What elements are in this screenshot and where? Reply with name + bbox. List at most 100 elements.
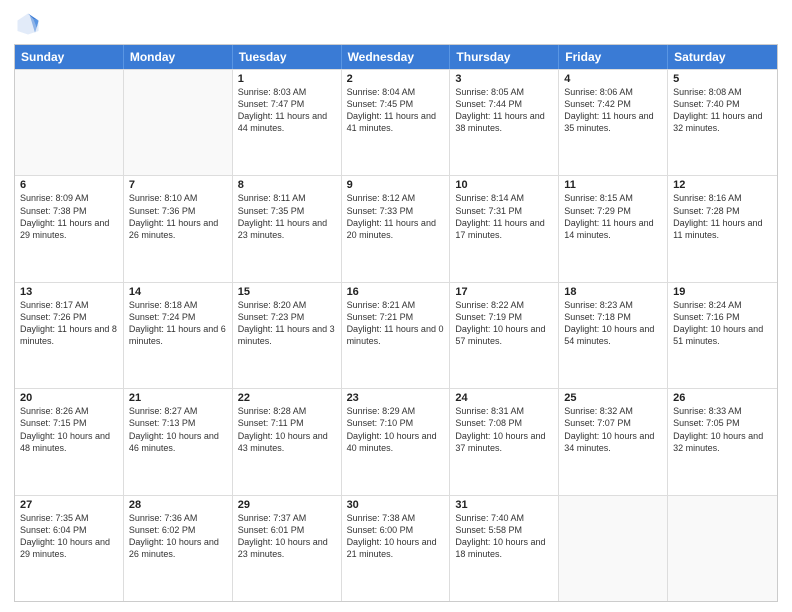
calendar-cell: 12Sunrise: 8:16 AM Sunset: 7:28 PM Dayli… (668, 176, 777, 281)
calendar-cell: 27Sunrise: 7:35 AM Sunset: 6:04 PM Dayli… (15, 496, 124, 601)
calendar-cell: 25Sunrise: 8:32 AM Sunset: 7:07 PM Dayli… (559, 389, 668, 494)
calendar-row: 20Sunrise: 8:26 AM Sunset: 7:15 PM Dayli… (15, 388, 777, 494)
cell-info: Sunrise: 8:24 AM Sunset: 7:16 PM Dayligh… (673, 299, 772, 348)
day-number: 1 (238, 73, 336, 85)
cell-info: Sunrise: 7:37 AM Sunset: 6:01 PM Dayligh… (238, 512, 336, 561)
cell-info: Sunrise: 7:40 AM Sunset: 5:58 PM Dayligh… (455, 512, 553, 561)
cell-info: Sunrise: 8:21 AM Sunset: 7:21 PM Dayligh… (347, 299, 445, 348)
cell-info: Sunrise: 8:27 AM Sunset: 7:13 PM Dayligh… (129, 405, 227, 454)
calendar-cell: 30Sunrise: 7:38 AM Sunset: 6:00 PM Dayli… (342, 496, 451, 601)
calendar-cell: 6Sunrise: 8:09 AM Sunset: 7:38 PM Daylig… (15, 176, 124, 281)
cell-info: Sunrise: 8:11 AM Sunset: 7:35 PM Dayligh… (238, 192, 336, 241)
day-number: 18 (564, 286, 662, 298)
day-number: 19 (673, 286, 772, 298)
calendar-row: 6Sunrise: 8:09 AM Sunset: 7:38 PM Daylig… (15, 175, 777, 281)
day-number: 24 (455, 392, 553, 404)
calendar-cell: 19Sunrise: 8:24 AM Sunset: 7:16 PM Dayli… (668, 283, 777, 388)
cell-info: Sunrise: 8:32 AM Sunset: 7:07 PM Dayligh… (564, 405, 662, 454)
calendar-cell: 14Sunrise: 8:18 AM Sunset: 7:24 PM Dayli… (124, 283, 233, 388)
day-number: 15 (238, 286, 336, 298)
weekday-header: Sunday (15, 45, 124, 69)
cell-info: Sunrise: 8:23 AM Sunset: 7:18 PM Dayligh… (564, 299, 662, 348)
calendar-cell (124, 70, 233, 175)
day-number: 28 (129, 499, 227, 511)
day-number: 23 (347, 392, 445, 404)
calendar-cell: 17Sunrise: 8:22 AM Sunset: 7:19 PM Dayli… (450, 283, 559, 388)
cell-info: Sunrise: 8:03 AM Sunset: 7:47 PM Dayligh… (238, 86, 336, 135)
logo (14, 10, 46, 38)
calendar-cell: 22Sunrise: 8:28 AM Sunset: 7:11 PM Dayli… (233, 389, 342, 494)
calendar-body: 1Sunrise: 8:03 AM Sunset: 7:47 PM Daylig… (15, 69, 777, 601)
calendar-cell: 16Sunrise: 8:21 AM Sunset: 7:21 PM Dayli… (342, 283, 451, 388)
calendar-cell: 5Sunrise: 8:08 AM Sunset: 7:40 PM Daylig… (668, 70, 777, 175)
day-number: 17 (455, 286, 553, 298)
cell-info: Sunrise: 8:06 AM Sunset: 7:42 PM Dayligh… (564, 86, 662, 135)
calendar-cell: 31Sunrise: 7:40 AM Sunset: 5:58 PM Dayli… (450, 496, 559, 601)
calendar-cell: 1Sunrise: 8:03 AM Sunset: 7:47 PM Daylig… (233, 70, 342, 175)
calendar-row: 1Sunrise: 8:03 AM Sunset: 7:47 PM Daylig… (15, 69, 777, 175)
cell-info: Sunrise: 8:31 AM Sunset: 7:08 PM Dayligh… (455, 405, 553, 454)
day-number: 21 (129, 392, 227, 404)
calendar-cell: 2Sunrise: 8:04 AM Sunset: 7:45 PM Daylig… (342, 70, 451, 175)
cell-info: Sunrise: 8:14 AM Sunset: 7:31 PM Dayligh… (455, 192, 553, 241)
cell-info: Sunrise: 8:12 AM Sunset: 7:33 PM Dayligh… (347, 192, 445, 241)
cell-info: Sunrise: 8:10 AM Sunset: 7:36 PM Dayligh… (129, 192, 227, 241)
calendar-header: SundayMondayTuesdayWednesdayThursdayFrid… (15, 45, 777, 69)
calendar-cell: 29Sunrise: 7:37 AM Sunset: 6:01 PM Dayli… (233, 496, 342, 601)
calendar-cell: 23Sunrise: 8:29 AM Sunset: 7:10 PM Dayli… (342, 389, 451, 494)
calendar-cell: 11Sunrise: 8:15 AM Sunset: 7:29 PM Dayli… (559, 176, 668, 281)
cell-info: Sunrise: 8:28 AM Sunset: 7:11 PM Dayligh… (238, 405, 336, 454)
calendar-cell: 7Sunrise: 8:10 AM Sunset: 7:36 PM Daylig… (124, 176, 233, 281)
day-number: 29 (238, 499, 336, 511)
weekday-header: Saturday (668, 45, 777, 69)
calendar-cell: 3Sunrise: 8:05 AM Sunset: 7:44 PM Daylig… (450, 70, 559, 175)
calendar: SundayMondayTuesdayWednesdayThursdayFrid… (14, 44, 778, 602)
day-number: 20 (20, 392, 118, 404)
day-number: 3 (455, 73, 553, 85)
weekday-header: Friday (559, 45, 668, 69)
calendar-cell: 28Sunrise: 7:36 AM Sunset: 6:02 PM Dayli… (124, 496, 233, 601)
day-number: 9 (347, 179, 445, 191)
weekday-header: Thursday (450, 45, 559, 69)
day-number: 25 (564, 392, 662, 404)
cell-info: Sunrise: 8:29 AM Sunset: 7:10 PM Dayligh… (347, 405, 445, 454)
calendar-cell: 4Sunrise: 8:06 AM Sunset: 7:42 PM Daylig… (559, 70, 668, 175)
day-number: 22 (238, 392, 336, 404)
weekday-header: Tuesday (233, 45, 342, 69)
cell-info: Sunrise: 8:15 AM Sunset: 7:29 PM Dayligh… (564, 192, 662, 241)
day-number: 26 (673, 392, 772, 404)
logo-icon (14, 10, 42, 38)
cell-info: Sunrise: 8:18 AM Sunset: 7:24 PM Dayligh… (129, 299, 227, 348)
day-number: 11 (564, 179, 662, 191)
day-number: 27 (20, 499, 118, 511)
cell-info: Sunrise: 8:17 AM Sunset: 7:26 PM Dayligh… (20, 299, 118, 348)
calendar-cell: 20Sunrise: 8:26 AM Sunset: 7:15 PM Dayli… (15, 389, 124, 494)
calendar-cell (668, 496, 777, 601)
cell-info: Sunrise: 8:08 AM Sunset: 7:40 PM Dayligh… (673, 86, 772, 135)
calendar-cell: 8Sunrise: 8:11 AM Sunset: 7:35 PM Daylig… (233, 176, 342, 281)
cell-info: Sunrise: 8:33 AM Sunset: 7:05 PM Dayligh… (673, 405, 772, 454)
calendar-cell: 26Sunrise: 8:33 AM Sunset: 7:05 PM Dayli… (668, 389, 777, 494)
calendar-cell: 9Sunrise: 8:12 AM Sunset: 7:33 PM Daylig… (342, 176, 451, 281)
day-number: 2 (347, 73, 445, 85)
cell-info: Sunrise: 8:20 AM Sunset: 7:23 PM Dayligh… (238, 299, 336, 348)
day-number: 30 (347, 499, 445, 511)
day-number: 13 (20, 286, 118, 298)
weekday-header: Wednesday (342, 45, 451, 69)
cell-info: Sunrise: 7:35 AM Sunset: 6:04 PM Dayligh… (20, 512, 118, 561)
page: SundayMondayTuesdayWednesdayThursdayFrid… (0, 0, 792, 612)
day-number: 8 (238, 179, 336, 191)
cell-info: Sunrise: 8:09 AM Sunset: 7:38 PM Dayligh… (20, 192, 118, 241)
day-number: 31 (455, 499, 553, 511)
day-number: 4 (564, 73, 662, 85)
day-number: 16 (347, 286, 445, 298)
weekday-header: Monday (124, 45, 233, 69)
cell-info: Sunrise: 8:05 AM Sunset: 7:44 PM Dayligh… (455, 86, 553, 135)
cell-info: Sunrise: 8:16 AM Sunset: 7:28 PM Dayligh… (673, 192, 772, 241)
calendar-row: 27Sunrise: 7:35 AM Sunset: 6:04 PM Dayli… (15, 495, 777, 601)
cell-info: Sunrise: 7:38 AM Sunset: 6:00 PM Dayligh… (347, 512, 445, 561)
header (14, 10, 778, 38)
calendar-cell: 13Sunrise: 8:17 AM Sunset: 7:26 PM Dayli… (15, 283, 124, 388)
calendar-cell (15, 70, 124, 175)
day-number: 5 (673, 73, 772, 85)
